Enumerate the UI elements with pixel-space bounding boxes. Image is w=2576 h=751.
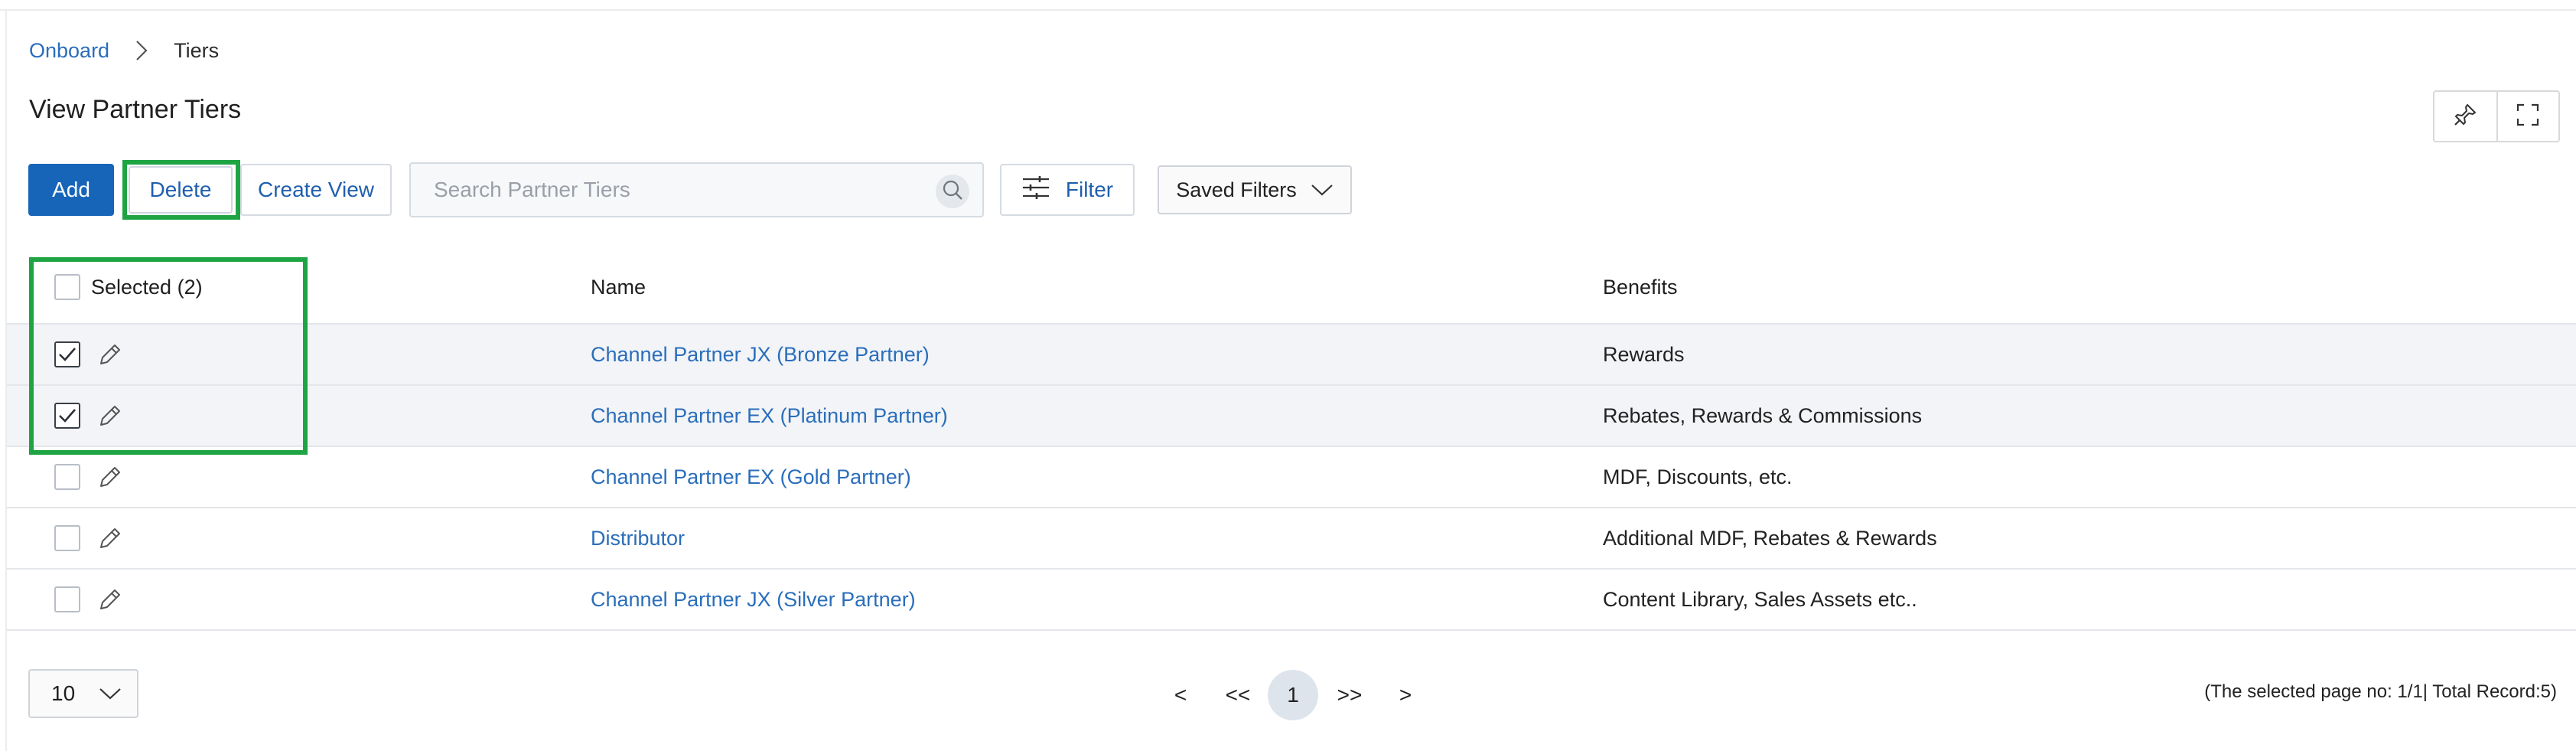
breadcrumb-onboard-link[interactable]: Onboard: [29, 39, 109, 63]
checkmark-icon: [59, 348, 76, 361]
chevron-down-icon: [1311, 178, 1334, 202]
edit-button[interactable]: [94, 585, 125, 615]
tier-name-link[interactable]: Channel Partner JX (Bronze Partner): [591, 343, 930, 367]
top-divider: [0, 9, 2576, 11]
last-page-button[interactable]: >>: [1334, 671, 1365, 720]
create-view-button[interactable]: Create View: [240, 164, 392, 216]
delete-button[interactable]: Delete: [129, 166, 233, 214]
sliders-icon: [1021, 175, 1050, 206]
edit-button[interactable]: [94, 524, 125, 554]
row-checkbox[interactable]: [54, 586, 80, 612]
current-page-button[interactable]: 1: [1268, 670, 1318, 720]
pagination-info: (The selected page no: 1/1| Total Record…: [2204, 681, 2557, 702]
tier-benefits: MDF, Discounts, etc.: [1603, 465, 1793, 488]
saved-filters-dropdown[interactable]: Saved Filters: [1158, 165, 1352, 214]
tier-name-link[interactable]: Channel Partner JX (Silver Partner): [591, 588, 916, 612]
column-header-name[interactable]: Name: [591, 276, 646, 299]
next-page-button[interactable]: >: [1394, 671, 1417, 720]
add-button[interactable]: Add: [28, 164, 114, 216]
first-page-button[interactable]: <<: [1223, 671, 1253, 720]
table-header: Selected (2) Name Benefits: [7, 257, 2576, 325]
select-all-checkbox[interactable]: [54, 274, 80, 300]
view-actions: [2433, 90, 2560, 142]
table-row: Channel Partner JX (Silver Partner) Cont…: [7, 570, 2576, 631]
pencil-icon: [100, 467, 120, 487]
page-size-value: 10: [51, 681, 76, 705]
tier-benefits: Rebates, Rewards & Commissions: [1603, 404, 1923, 427]
chevron-right-icon: [126, 35, 157, 66]
tier-benefits: Additional MDF, Rebates & Rewards: [1603, 527, 1937, 550]
tier-name-link[interactable]: Distributor: [591, 527, 685, 550]
pencil-icon: [100, 589, 120, 609]
pin-button[interactable]: [2434, 92, 2496, 141]
edit-button[interactable]: [94, 340, 125, 371]
filter-label: Filter: [1065, 178, 1114, 201]
table-row: Distributor Additional MDF, Rebates & Re…: [7, 508, 2576, 570]
tier-benefits: Content Library, Sales Assets etc..: [1603, 588, 1917, 611]
filter-button[interactable]: Filter: [1000, 164, 1135, 216]
row-checkbox[interactable]: [54, 464, 80, 490]
search-icon: [941, 178, 964, 205]
fullscreen-icon: [2516, 103, 2540, 131]
pin-icon: [2452, 102, 2478, 132]
tier-name-link[interactable]: Channel Partner EX (Platinum Partner): [591, 404, 948, 428]
pencil-icon: [100, 344, 120, 364]
table-row: Channel Partner JX (Bronze Partner) Rewa…: [7, 325, 2576, 386]
row-checkbox[interactable]: [54, 341, 80, 367]
chevron-down-icon: [99, 681, 122, 706]
selected-count-label: Selected (2): [91, 276, 203, 299]
pencil-icon: [100, 528, 120, 548]
breadcrumb-current: Tiers: [174, 38, 220, 62]
table-row: Channel Partner EX (Platinum Partner) Re…: [7, 386, 2576, 447]
checkmark-icon: [59, 409, 76, 423]
edit-button[interactable]: [94, 462, 125, 493]
search-box: [409, 162, 984, 217]
search-input[interactable]: [434, 173, 923, 207]
breadcrumb: Onboard Tiers: [29, 35, 219, 66]
search-button[interactable]: [936, 175, 969, 208]
row-checkbox[interactable]: [54, 403, 80, 429]
table-row: Channel Partner EX (Gold Partner) MDF, D…: [7, 447, 2576, 508]
page-size-select[interactable]: 10: [28, 669, 138, 718]
pencil-icon: [100, 406, 120, 426]
fullscreen-button[interactable]: [2496, 92, 2558, 141]
prev-page-button[interactable]: <: [1169, 671, 1192, 720]
edit-button[interactable]: [94, 401, 125, 432]
tier-name-link[interactable]: Channel Partner EX (Gold Partner): [591, 465, 911, 489]
column-header-benefits[interactable]: Benefits: [1603, 276, 1678, 299]
row-checkbox[interactable]: [54, 525, 80, 551]
saved-filters-label: Saved Filters: [1176, 178, 1297, 201]
page-title: View Partner Tiers: [29, 95, 242, 124]
tier-benefits: Rewards: [1603, 343, 1685, 366]
